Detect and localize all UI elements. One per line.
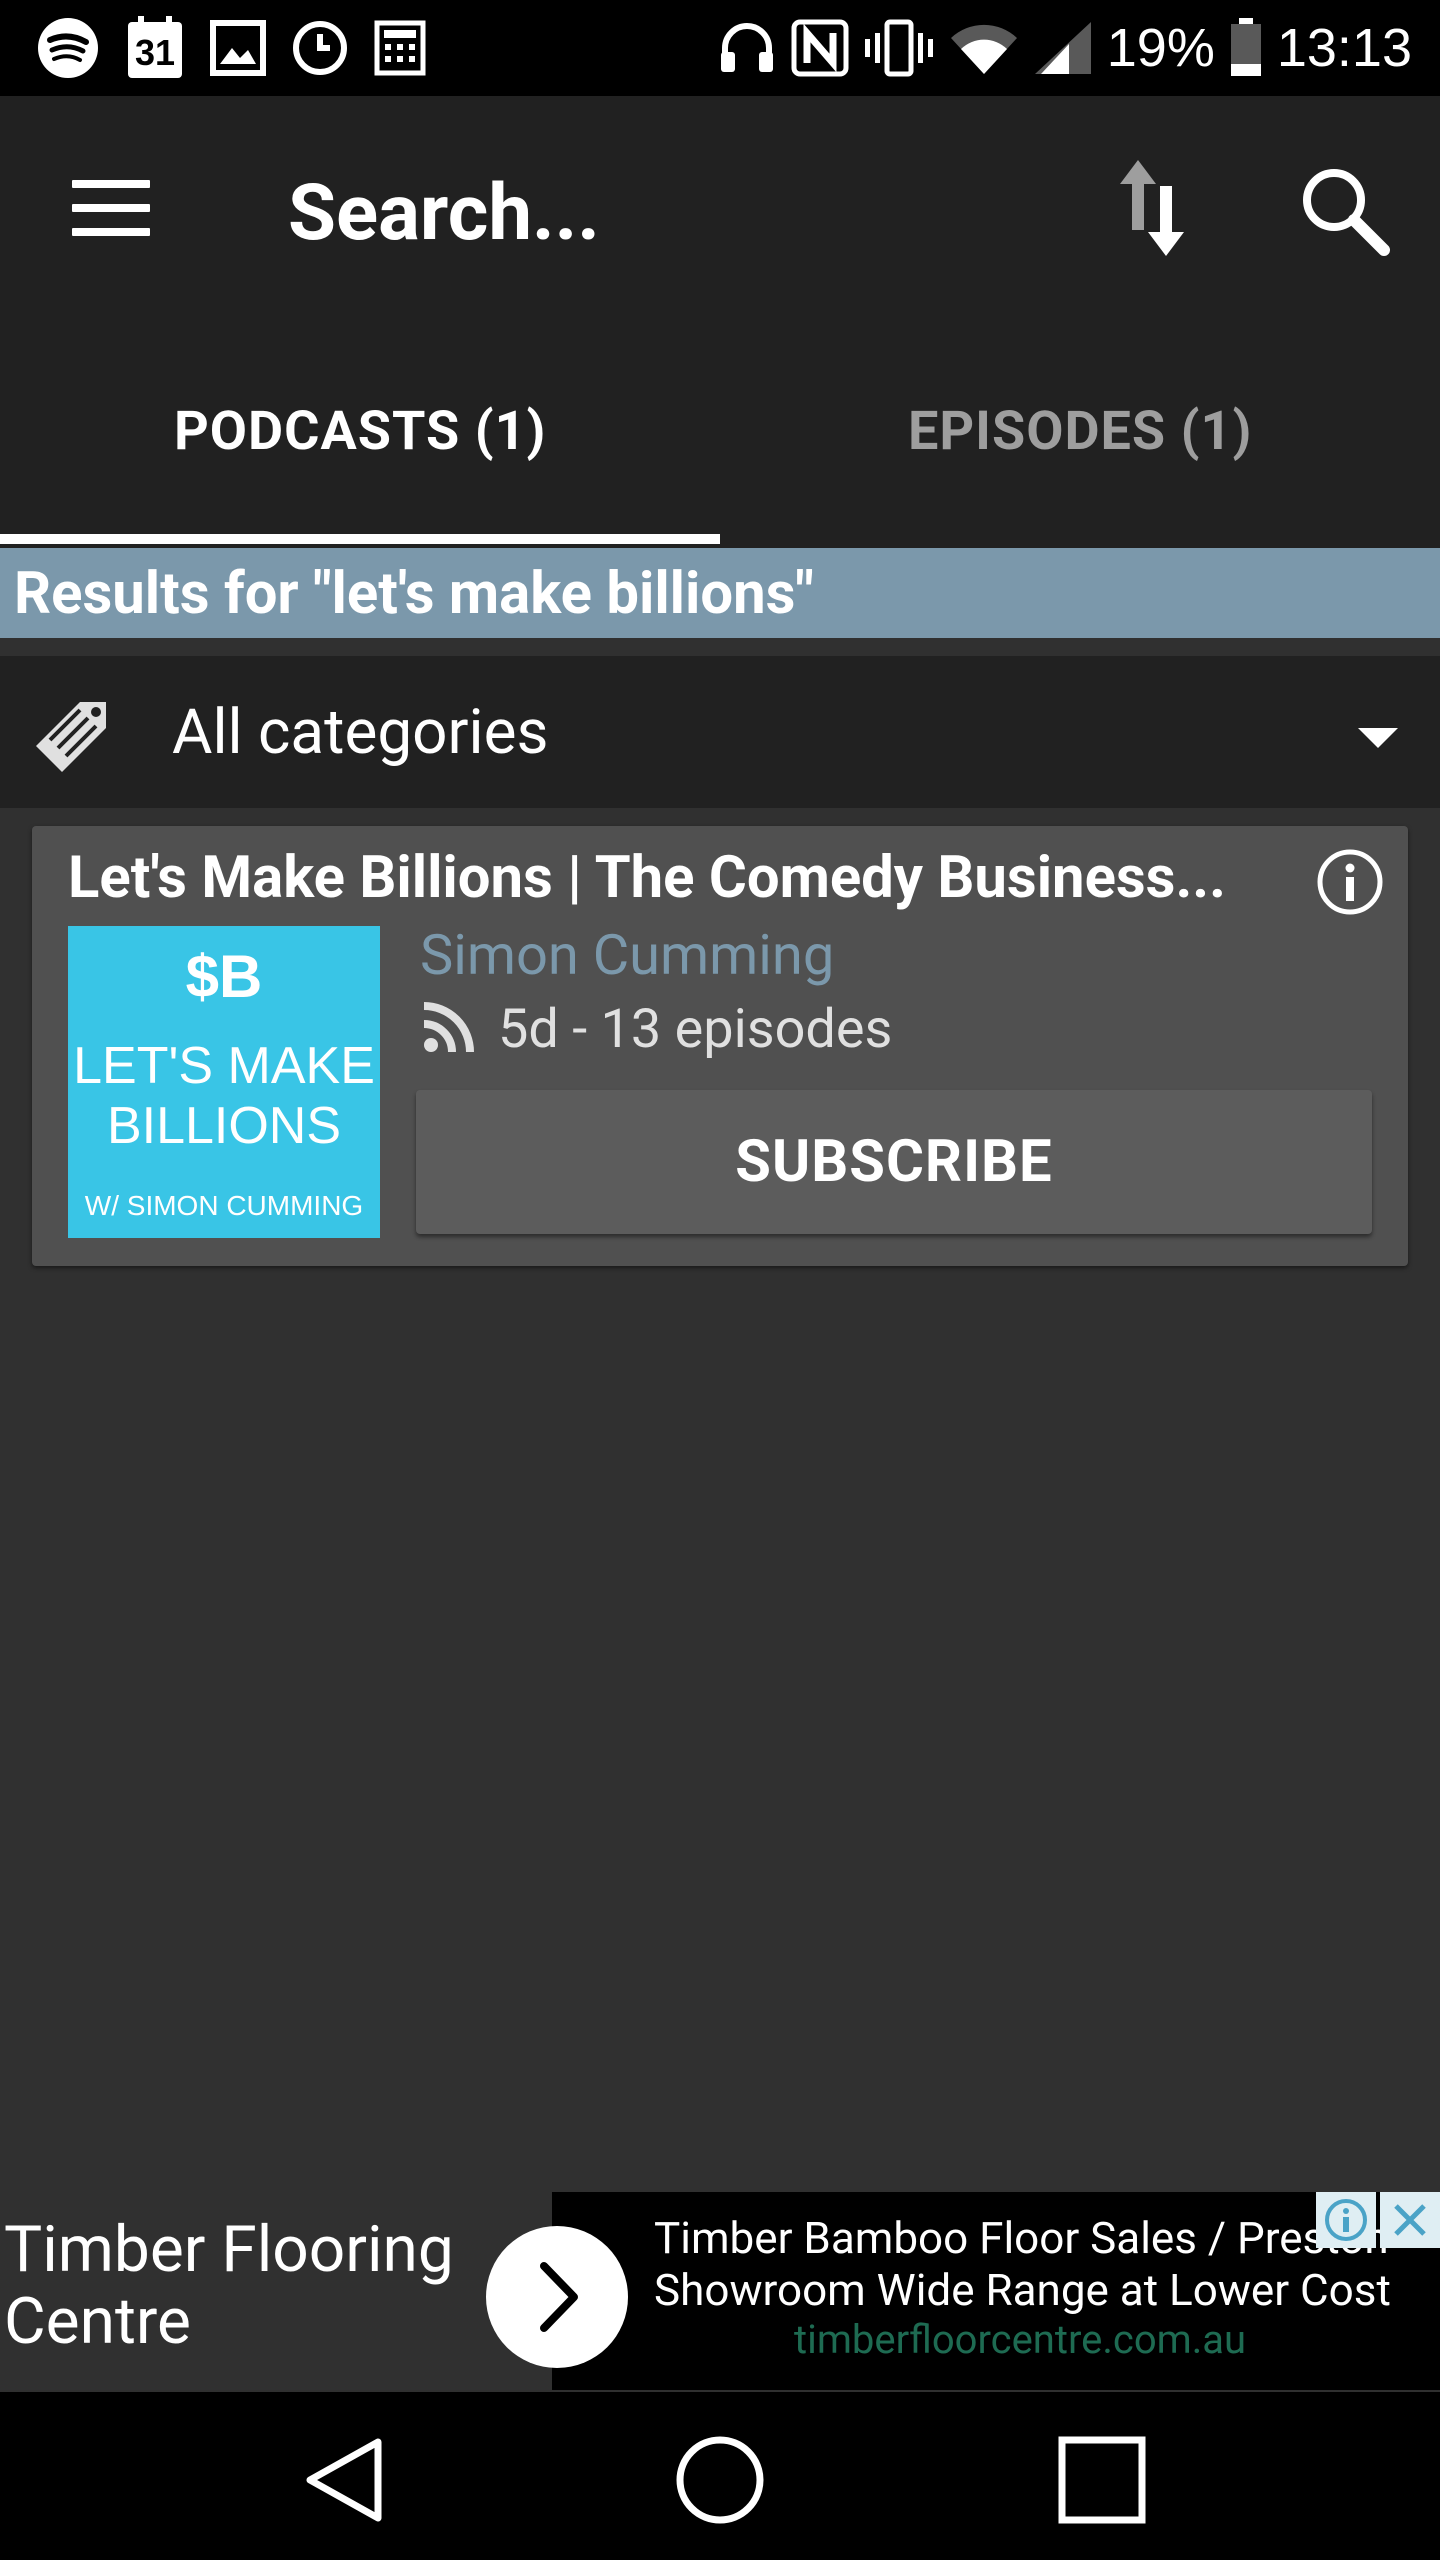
ad-headline: Timber Flooring Centre — [4, 2214, 454, 2358]
artwork-line-1: $B — [185, 943, 263, 1010]
back-icon[interactable] — [294, 2430, 394, 2530]
status-bar-left: 31 — [36, 14, 426, 82]
tag-icon — [28, 684, 124, 780]
calculator-icon — [374, 20, 426, 76]
ad-banner[interactable]: Timber Flooring Centre Timber Bamboo Flo… — [0, 2192, 1440, 2390]
tab-bar: PODCASTS (1) EPISODES (1) — [0, 324, 1440, 544]
artwork-line-2: LET'S MAKE BILLIONS — [68, 1036, 380, 1156]
ad-headline-1: Timber Flooring — [4, 2212, 454, 2287]
navigation-bar — [0, 2392, 1440, 2560]
ad-arrow-button[interactable] — [486, 2226, 628, 2368]
status-bar: 31 19% 13:13 — [0, 0, 1440, 96]
calendar-day: 31 — [134, 32, 176, 73]
adchoices-info-icon[interactable] — [1316, 2192, 1376, 2248]
battery-icon — [1229, 18, 1263, 78]
ad-headline-2: Centre — [4, 2284, 191, 2359]
subscribe-button[interactable]: SUBSCRIBE — [416, 1090, 1372, 1234]
search-field[interactable]: Search... — [288, 168, 600, 259]
wifi-icon — [949, 20, 1019, 76]
results-banner: Results for "let's make billions" — [0, 544, 1440, 638]
active-tab-indicator — [0, 534, 720, 544]
ad-body-2: Showroom Wide Range at Lower Cost — [654, 2264, 1391, 2316]
podcast-artwork: $B LET'S MAKE BILLIONS W/ SIMON CUMMING — [68, 926, 380, 1238]
podcast-card[interactable]: Let's Make Billions | The Comedy Busines… — [32, 826, 1408, 1266]
spotify-icon — [36, 16, 100, 80]
results-text: Results for "let's make billions" — [14, 560, 814, 628]
app-screen: 31 19% 13:13 Search... PODCASTS (1) EPIS… — [0, 0, 1440, 2560]
battery-percent: 19% — [1106, 18, 1215, 78]
search-icon[interactable] — [1296, 162, 1392, 258]
sort-icon[interactable] — [1116, 156, 1188, 260]
podcast-author: Simon Cumming — [420, 922, 835, 988]
category-dropdown[interactable]: All categories — [0, 656, 1440, 808]
podcast-meta-text: 5d - 13 episodes — [498, 998, 893, 1061]
tab-podcasts[interactable]: PODCASTS (1) — [174, 400, 547, 463]
rss-icon — [422, 1001, 474, 1058]
artwork-line-3: W/ SIMON CUMMING — [84, 1190, 364, 1221]
dropdown-arrow-icon — [1358, 728, 1398, 748]
ad-url[interactable]: timberfloorcentre.com.au — [794, 2316, 1246, 2363]
podcast-meta: 5d - 13 episodes — [422, 998, 892, 1061]
menu-icon[interactable] — [72, 180, 150, 240]
vibrate-icon — [863, 19, 935, 77]
podcast-title: Let's Make Billions | The Comedy Busines… — [68, 844, 1226, 912]
app-toolbar: Search... — [0, 96, 1440, 324]
artwork-line-2a: LET'S MAKE — [73, 1037, 375, 1095]
ad-body-1: Timber Bamboo Floor Sales / Preston — [654, 2212, 1389, 2264]
artwork-line-2b: BILLIONS — [106, 1097, 342, 1155]
status-bar-right: 19% 13:13 — [717, 14, 1412, 82]
headphones-icon — [717, 20, 777, 76]
ad-body: Timber Bamboo Floor Sales / Preston Show… — [654, 2212, 1414, 2316]
gallery-icon — [210, 20, 266, 76]
home-icon[interactable] — [670, 2430, 770, 2530]
tab-episodes[interactable]: EPISODES (1) — [908, 400, 1252, 463]
ad-close-icon[interactable] — [1380, 2192, 1440, 2248]
nfc-icon — [791, 19, 849, 77]
recents-icon[interactable] — [1052, 2430, 1152, 2530]
signal-icon — [1033, 20, 1093, 76]
ad-left-panel: Timber Flooring Centre — [0, 2192, 552, 2390]
calendar-icon: 31 — [126, 16, 184, 80]
clock-icon — [292, 20, 348, 76]
clock-time: 13:13 — [1276, 18, 1412, 78]
category-label: All categories — [172, 696, 549, 769]
info-icon[interactable] — [1314, 846, 1386, 918]
